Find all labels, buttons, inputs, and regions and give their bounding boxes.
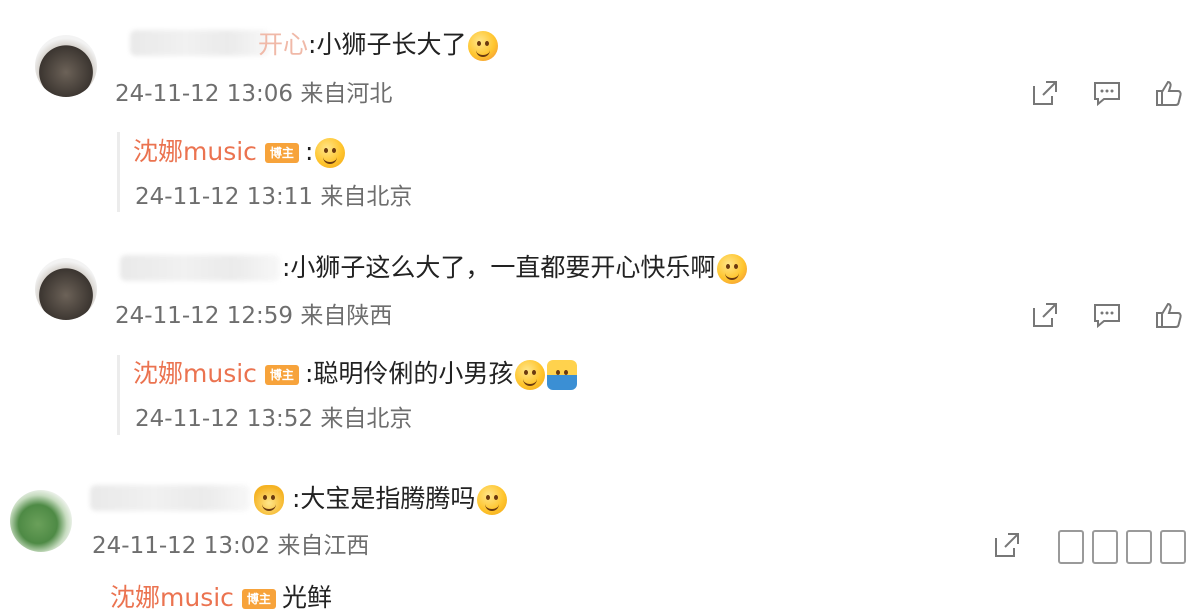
reply-partial: 沈娜music 博主 光鲜 [110, 583, 332, 613]
crown-emoji-icon [254, 485, 284, 515]
location: 来自北京 [320, 406, 413, 432]
location: 来自江西 [277, 533, 370, 559]
share-icon[interactable] [1030, 78, 1060, 108]
location: 来自北京 [320, 184, 413, 210]
comment-meta: 24-11-12 13:02 来自江西 [92, 532, 369, 560]
timestamp: 24-11-12 13:11 [135, 184, 313, 210]
username-fragment[interactable]: 开心 [258, 30, 308, 59]
avatar[interactable] [35, 258, 97, 320]
timestamp: 24-11-12 12:59 [115, 303, 293, 329]
emoji-icon [468, 31, 499, 61]
reply-divider [117, 355, 120, 435]
avatar[interactable] [10, 490, 72, 552]
comment-actions [992, 530, 1192, 564]
smile-emoji-icon [315, 138, 346, 168]
comment-meta: 24-11-12 12:59 来自陕西 [115, 302, 392, 330]
thumbs-up-icon[interactable] [1154, 78, 1184, 108]
reply-body: : [304, 137, 314, 166]
comment-text: 开心:小狮子长大了 [258, 30, 499, 61]
location: 来自河北 [300, 81, 393, 107]
comment-body: :小狮子长大了 [308, 30, 467, 59]
comment-icon[interactable] [1092, 78, 1122, 108]
author-badge: 博主 [264, 365, 299, 385]
reply-author[interactable]: 沈娜music [133, 137, 257, 166]
watermark-glyph [1126, 530, 1152, 564]
watermark-glyph [1058, 530, 1084, 564]
timestamp: 24-11-12 13:06 [115, 81, 293, 107]
blurred-username [130, 30, 270, 56]
share-icon[interactable] [1030, 300, 1060, 330]
cake-emoji-icon [547, 360, 578, 390]
share-icon[interactable] [992, 530, 1022, 560]
comment-text: :小狮子这么大了，一直都要开心快乐啊 [282, 253, 748, 284]
comment-body: :大宝是指腾腾吗 [292, 484, 476, 513]
emoji-icon [717, 254, 748, 284]
reply: 沈娜music 博主: [133, 137, 346, 168]
smile-emoji-icon [515, 360, 546, 390]
timestamp: 24-11-12 13:52 [135, 406, 313, 432]
blurred-username [120, 255, 280, 281]
watermark-glyph [1160, 530, 1186, 564]
comment-body: :小狮子这么大了，一直都要开心快乐啊 [282, 253, 716, 282]
author-badge: 博主 [241, 589, 276, 609]
comment-actions [1030, 78, 1190, 110]
timestamp: 24-11-12 13:02 [92, 533, 270, 559]
emoji-icon [477, 485, 508, 515]
location: 来自陕西 [300, 303, 393, 329]
comment-meta: 24-11-12 13:06 来自河北 [115, 80, 392, 108]
reply-body: 光鲜 [281, 583, 332, 612]
thumbs-up-icon[interactable] [1154, 300, 1184, 330]
author-badge: 博主 [264, 143, 299, 163]
reply-author[interactable]: 沈娜music [110, 583, 234, 612]
comment-icon[interactable] [1092, 300, 1122, 330]
reply-body: :聪明伶俐的小男孩 [304, 359, 514, 388]
reply: 沈娜music 博主:聪明伶俐的小男孩 [133, 359, 578, 390]
reply-meta: 24-11-12 13:11 来自北京 [135, 183, 412, 211]
watermark-glyph [1092, 530, 1118, 564]
reply-divider [117, 132, 120, 212]
comment-actions [1030, 300, 1190, 332]
blurred-username [90, 485, 250, 511]
reply-author[interactable]: 沈娜music [133, 359, 257, 388]
reply-meta: 24-11-12 13:52 来自北京 [135, 405, 412, 433]
comment-text: :大宝是指腾腾吗 [252, 484, 508, 515]
avatar[interactable] [35, 35, 97, 97]
